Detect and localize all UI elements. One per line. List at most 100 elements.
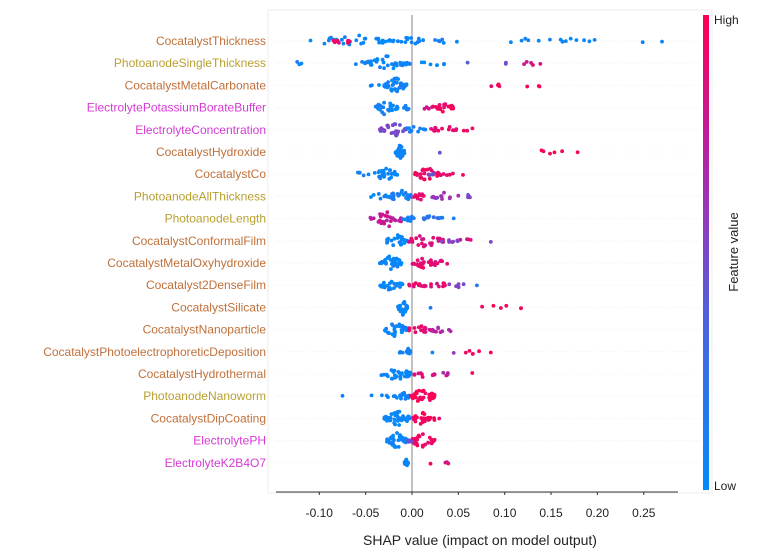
shap-point	[428, 461, 433, 466]
feature-label: CocatalystHydroxide	[156, 145, 266, 159]
shap-point	[395, 431, 399, 435]
x-tick-label: 0.05	[447, 506, 471, 520]
shap-point	[400, 150, 405, 155]
shap-point	[399, 63, 403, 67]
shap-point	[428, 62, 433, 67]
shap-point	[419, 60, 424, 65]
shap-point	[395, 132, 400, 136]
shap-point	[574, 38, 579, 42]
shap-point	[389, 262, 394, 266]
shap-point	[412, 282, 416, 287]
feature-label: ElectrolytePotassiumBorateBuffer	[87, 101, 266, 115]
shap-point	[445, 173, 449, 178]
shap-point	[420, 256, 424, 261]
shap-point	[384, 54, 389, 59]
shap-point	[385, 240, 389, 245]
shap-point	[389, 368, 394, 372]
shap-point	[392, 417, 397, 422]
shap-point	[480, 304, 484, 309]
shap-point	[432, 171, 437, 176]
shap-point	[538, 62, 543, 66]
shap-point	[343, 35, 347, 39]
shap-point	[438, 173, 443, 178]
shap-point	[440, 259, 444, 264]
shap-point	[465, 237, 469, 242]
shap-point	[447, 282, 452, 287]
shap-point	[442, 190, 446, 195]
colorbar-low-label: Low	[714, 479, 736, 493]
shap-point	[406, 438, 411, 442]
shap-point	[422, 127, 426, 132]
shap-point	[413, 330, 418, 335]
feature-row-points	[385, 233, 493, 249]
shap-point	[477, 349, 481, 354]
shap-point	[423, 243, 428, 248]
shap-point	[420, 237, 424, 242]
shap-point	[491, 303, 496, 308]
shap-point	[592, 38, 597, 42]
shap-point	[523, 36, 528, 41]
shap-point	[451, 171, 455, 176]
shap-point	[407, 62, 412, 66]
shap-point	[366, 172, 371, 177]
shap-point	[382, 100, 386, 105]
shap-point	[466, 195, 470, 200]
shap-point	[420, 372, 424, 377]
shap-point	[471, 352, 475, 356]
feature-label: CocatalystMetalOxyhydroxide	[107, 256, 266, 270]
shap-point	[389, 279, 394, 284]
shap-point	[431, 373, 435, 377]
shap-point	[422, 217, 427, 222]
shap-point	[387, 224, 392, 229]
shap-point	[426, 215, 430, 220]
shap-point	[437, 150, 442, 155]
shap-point	[524, 60, 529, 64]
shap-point	[470, 371, 475, 375]
feature-label: CocatalystDipCoating	[151, 411, 266, 425]
shap-point	[384, 373, 389, 377]
shap-point	[409, 214, 414, 219]
shap-point	[383, 39, 388, 44]
shap-point	[421, 167, 425, 172]
shap-point	[398, 262, 403, 267]
shap-point	[433, 126, 438, 130]
shap-point	[409, 36, 414, 40]
shap-point	[386, 123, 390, 128]
shap-point	[361, 40, 366, 45]
shap-point	[397, 235, 402, 239]
shap-point	[370, 83, 374, 88]
shap-point	[435, 281, 439, 286]
shap-point	[337, 40, 341, 45]
shap-point	[388, 416, 393, 420]
shap-point	[421, 410, 425, 415]
shap-point	[380, 110, 385, 115]
shap-point	[437, 39, 442, 44]
shap-point	[525, 84, 530, 89]
shap-point	[456, 285, 461, 290]
feature-label: CocatalystHydrothermal	[138, 367, 266, 381]
shap-point	[398, 285, 402, 289]
feature-label: PhotoanodeSingleThickness	[114, 56, 266, 70]
feature-label: ElectrolyteConcentration	[135, 123, 266, 137]
shap-point	[426, 106, 431, 111]
shap-point	[379, 261, 384, 266]
shap-point	[461, 128, 466, 133]
feature-row-points	[373, 100, 456, 117]
shap-point	[568, 36, 573, 41]
shap-point	[443, 283, 447, 288]
shap-point	[422, 260, 426, 264]
shap-point	[331, 38, 336, 43]
shap-point	[468, 238, 473, 242]
shap-point	[413, 193, 418, 198]
feature-label: CocatalystThickness	[156, 34, 266, 48]
shap-point	[416, 243, 421, 247]
shap-point	[395, 282, 399, 286]
shap-point	[436, 128, 441, 133]
shap-point	[398, 123, 402, 127]
shap-point	[406, 36, 410, 40]
shap-point	[388, 168, 392, 173]
shap-point	[399, 39, 404, 44]
shap-point	[406, 414, 411, 419]
shap-point	[454, 128, 458, 133]
shap-point	[395, 76, 399, 81]
